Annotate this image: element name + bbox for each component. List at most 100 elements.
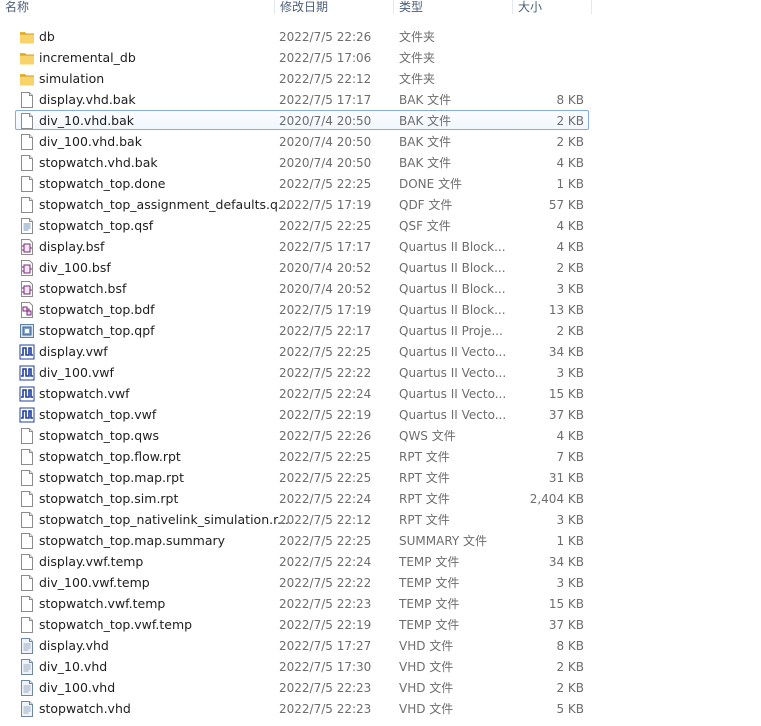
file-icon: [19, 196, 35, 214]
file-size: 15 KB: [548, 597, 584, 611]
file-row[interactable]: incremental_db 2022/7/5 17:06 文件夹: [15, 47, 589, 67]
file-type: Quartus II Vecto...: [399, 345, 507, 359]
file-row[interactable]: stopwatch_top_assignment_defaults.q... 20…: [15, 194, 589, 214]
file-name: db: [39, 29, 55, 44]
file-row[interactable]: simulation 2022/7/5 22:12 文件夹: [15, 68, 589, 88]
file-row[interactable]: div_100.vwf.temp 2022/7/5 22:22 TEMP 文件 3 K…: [15, 572, 589, 592]
file-name: stopwatch_top.sim.rpt: [39, 491, 179, 506]
file-type: BAK 文件: [399, 156, 452, 170]
waveform-icon: [19, 406, 35, 424]
file-row[interactable]: display.bsf 2022/7/5 17:17 Quartus II Bloc…: [15, 236, 589, 256]
file-row[interactable]: stopwatch_top.flow.rpt 2022/7/5 22:25 RPT …: [15, 446, 589, 466]
column-name-header[interactable]: 名称: [0, 0, 275, 14]
file-name: stopwatch_top.flow.rpt: [39, 449, 181, 464]
text-file-icon: [19, 217, 35, 235]
column-divider[interactable]: [591, 0, 592, 14]
file-row[interactable]: stopwatch.vwf.temp 2022/7/5 22:23 TEMP 文件 1…: [15, 593, 589, 613]
file-name: stopwatch.vhd.bak: [39, 155, 158, 170]
folder-icon: [19, 28, 35, 46]
file-row[interactable]: db 2022/7/5 22:26 文件夹: [15, 26, 589, 46]
file-icon: [19, 511, 35, 529]
file-size: 4 KB: [556, 219, 584, 233]
file-icon: [19, 154, 35, 172]
file-name: stopwatch_top.qpf: [39, 323, 155, 338]
file-row[interactable]: stopwatch_top.map.summary 2022/7/5 22:25 S…: [15, 530, 589, 550]
file-type: Quartus II Proje...: [399, 324, 503, 338]
file-modified-date: 2022/7/5 22:24: [279, 492, 372, 506]
file-row[interactable]: div_100.vhd 2022/7/5 22:23 VHD 文件 2 KB: [15, 677, 589, 697]
block-symbol-icon: [19, 280, 35, 298]
file-name: div_100.vwf: [39, 365, 114, 380]
file-modified-date: 2022/7/5 22:23: [279, 597, 372, 611]
file-name: stopwatch.vwf.temp: [39, 596, 166, 611]
file-type: RPT 文件: [399, 450, 450, 464]
file-icon: [19, 91, 35, 109]
file-size: 5 KB: [556, 702, 584, 716]
waveform-icon: [19, 364, 35, 382]
file-row[interactable]: display.vhd 2022/7/5 17:27 VHD 文件 8 KB: [15, 635, 589, 655]
file-modified-date: 2022/7/5 17:30: [279, 660, 372, 674]
file-icon: [19, 112, 35, 130]
file-row[interactable]: display.vhd.bak 2022/7/5 17:17 BAK 文件 8 KB: [15, 89, 589, 109]
vhd-file-icon: [19, 658, 35, 676]
block-diagram-icon: [19, 301, 35, 319]
file-name: stopwatch_top.qws: [39, 428, 159, 443]
file-row[interactable]: stopwatch.vhd.bak 2020/7/4 20:50 BAK 文件 4 K…: [15, 152, 589, 172]
file-row[interactable]: stopwatch.vhd 2022/7/5 22:23 VHD 文件 5 KB: [15, 698, 589, 718]
file-row[interactable]: stopwatch.vwf 2022/7/5 22:24 Quartus II Ve…: [15, 383, 589, 403]
file-name: div_100.vhd.bak: [39, 134, 142, 149]
file-row[interactable]: display.vwf.temp 2022/7/5 22:24 TEMP 文件 34 …: [15, 551, 589, 571]
file-type: VHD 文件: [399, 639, 454, 653]
file-type: 文件夹: [399, 30, 436, 44]
file-size: 34 KB: [548, 555, 584, 569]
block-symbol-icon: [19, 238, 35, 256]
project-icon: [19, 322, 35, 340]
file-name: incremental_db: [39, 50, 136, 65]
file-size: 3 KB: [556, 513, 584, 527]
file-size: 2 KB: [556, 135, 584, 149]
file-row[interactable]: stopwatch_top.map.rpt 2022/7/5 22:25 RPT 文…: [15, 467, 589, 487]
file-row[interactable]: stopwatch_top.bdf 2022/7/5 17:19 Quartus I…: [15, 299, 589, 319]
file-row[interactable]: stopwatch.bsf 2020/7/4 20:52 Quartus II Bl…: [15, 278, 589, 298]
file-row[interactable]: stopwatch_top.done 2022/7/5 22:25 DONE 文件 1…: [15, 173, 589, 193]
file-size: 2,404 KB: [529, 492, 584, 506]
block-symbol-icon: [19, 259, 35, 277]
file-row[interactable]: div_100.bsf 2020/7/4 20:52 Quartus II Bloc…: [15, 257, 589, 277]
file-name: stopwatch_top.vwf.temp: [39, 617, 193, 632]
file-row[interactable]: stopwatch_top.qpf 2022/7/5 22:17 Quartus I…: [15, 320, 589, 340]
file-type: VHD 文件: [399, 702, 454, 716]
column-type-header[interactable]: 类型: [394, 0, 512, 14]
file-row[interactable]: stopwatch_top_nativelink_simulation.r...…: [15, 509, 589, 529]
file-row[interactable]: stopwatch_top.sim.rpt 2022/7/5 22:24 RPT 文…: [15, 488, 589, 508]
column-size-header[interactable]: 大小: [513, 0, 591, 14]
file-type: Quartus II Vecto...: [399, 366, 507, 380]
file-size: 2 KB: [556, 660, 584, 674]
file-name: stopwatch_top.map.summary: [39, 533, 226, 548]
column-date-header[interactable]: 修改日期: [275, 0, 393, 14]
file-row[interactable]: display.vwf 2022/7/5 22:25 Quartus II Vect…: [15, 341, 589, 361]
file-name: stopwatch_top.vwf: [39, 407, 157, 422]
file-row[interactable]: div_100.vwf 2022/7/5 22:22 Quartus II Vect…: [15, 362, 589, 382]
file-row[interactable]: div_10.vhd 2022/7/5 17:30 VHD 文件 2 KB: [15, 656, 589, 676]
file-size: 8 KB: [556, 93, 584, 107]
file-row[interactable]: stopwatch_top.qws 2022/7/5 22:26 QWS 文件 4 K…: [15, 425, 589, 445]
file-row[interactable]: stopwatch_top.vwf 2022/7/5 22:19 Quartus I…: [15, 404, 589, 424]
file-size: 8 KB: [556, 639, 584, 653]
file-name: stopwatch_top.qsf: [39, 218, 154, 233]
file-row[interactable]: div_100.vhd.bak 2020/7/4 20:50 BAK 文件 2 KB: [15, 131, 589, 151]
file-type: BAK 文件: [399, 93, 452, 107]
file-modified-date: 2020/7/4 20:50: [279, 156, 372, 170]
file-icon: [19, 448, 35, 466]
file-size: 57 KB: [548, 198, 584, 212]
file-name: stopwatch.vhd: [39, 701, 131, 716]
file-size: 3 KB: [556, 366, 584, 380]
file-row[interactable]: stopwatch_top.qsf 2022/7/5 22:25 QSF 文件 4 K…: [15, 215, 589, 235]
file-icon: [19, 490, 35, 508]
file-type: Quartus II Block...: [399, 240, 506, 254]
file-type: 文件夹: [399, 51, 436, 65]
file-modified-date: 2022/7/5 17:17: [279, 240, 372, 254]
file-row[interactable]: stopwatch_top.vwf.temp 2022/7/5 22:19 TEMP…: [15, 614, 589, 634]
file-row[interactable]: div_10.vhd.bak 2020/7/4 20:50 BAK 文件 2 KB: [15, 110, 589, 130]
file-icon: [19, 616, 35, 634]
file-icon: [19, 532, 35, 550]
